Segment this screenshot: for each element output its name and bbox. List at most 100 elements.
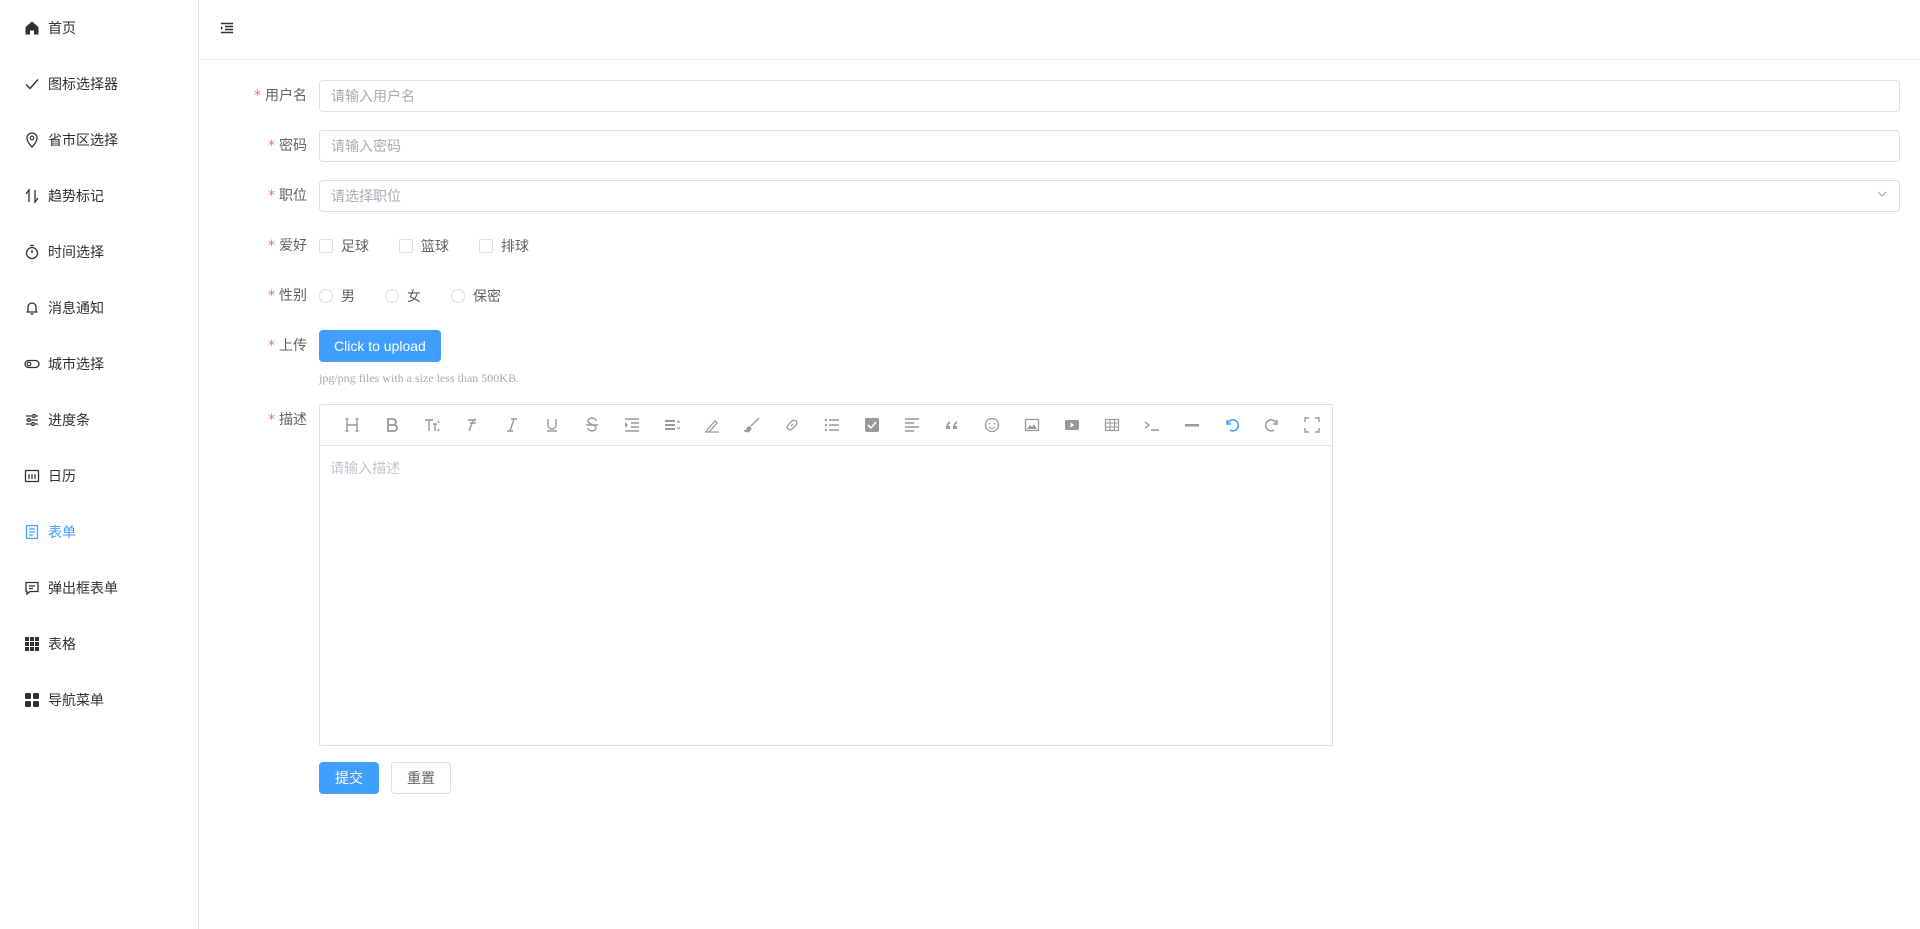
- position-label-text: 职位: [279, 188, 307, 204]
- stopwatch-icon: [24, 244, 40, 260]
- chat-icon: [24, 580, 40, 596]
- position-select[interactable]: 请选择职位: [319, 180, 1900, 212]
- fullscreen-icon[interactable]: [1292, 409, 1332, 441]
- password-label-text: 密码: [279, 138, 307, 154]
- sidebar-item-icon-picker[interactable]: 图标选择器: [0, 56, 198, 112]
- sidebar-item-label: 城市选择: [48, 357, 104, 373]
- sidebar-item-form[interactable]: 表单: [0, 504, 198, 560]
- underline-icon[interactable]: [532, 409, 572, 441]
- sidebar-item-region[interactable]: 省市区选择: [0, 112, 198, 168]
- link-icon[interactable]: [772, 409, 812, 441]
- sidebar-item-dialog-form[interactable]: 弹出框表单: [0, 560, 198, 616]
- redo-icon[interactable]: [1252, 409, 1292, 441]
- checkbox[interactable]: [399, 239, 413, 253]
- gender-radio-female[interactable]: 女: [385, 286, 421, 306]
- radio[interactable]: [385, 289, 399, 303]
- font-size-icon[interactable]: [412, 409, 452, 441]
- upload-button[interactable]: Click to upload: [319, 330, 441, 362]
- password-placeholder: 请输入密码: [331, 139, 401, 155]
- sidebar-item-nav-menu[interactable]: 导航菜单: [0, 672, 198, 728]
- sidebar-item-calendar[interactable]: 日历: [0, 448, 198, 504]
- username-label: * 用户名: [199, 80, 319, 112]
- sort-icon: [24, 188, 40, 204]
- font-color-icon[interactable]: [692, 409, 732, 441]
- rich-text-editor: 请输入描述: [319, 404, 1333, 746]
- hobby-checkbox-football[interactable]: 足球: [319, 236, 369, 256]
- sidebar-item-home[interactable]: 首页: [0, 0, 198, 56]
- gender-radio-secret[interactable]: 保密: [451, 286, 501, 306]
- align-icon[interactable]: [892, 409, 932, 441]
- font-icon[interactable]: [452, 409, 492, 441]
- brush-icon[interactable]: [732, 409, 772, 441]
- sidebar-item-table[interactable]: 表格: [0, 616, 198, 672]
- position-label: * 职位: [199, 180, 319, 212]
- emoji-icon[interactable]: [972, 409, 1012, 441]
- submit-button[interactable]: 提交: [319, 762, 379, 794]
- sidebar-item-progress[interactable]: 进度条: [0, 392, 198, 448]
- upload-row: * 上传 Click to upload jpg/png files with a…: [199, 330, 1920, 386]
- sidebar-item-time[interactable]: 时间选择: [0, 224, 198, 280]
- password-input[interactable]: 请输入密码: [319, 130, 1900, 162]
- sidebar: 首页 图标选择器 省市区选择 趋势标记 时间选择 消息通知 城市选择 进度条 日…: [0, 0, 199, 929]
- fold-icon[interactable]: [220, 21, 234, 39]
- description-row: * 描述 请输入描述: [199, 404, 1920, 746]
- line-height-icon[interactable]: [652, 409, 692, 441]
- radio-label: 女: [407, 289, 421, 305]
- sliders-icon: [24, 412, 40, 428]
- toggle-icon: [24, 356, 40, 372]
- gender-radio-group: 男 女 保密: [319, 280, 1900, 312]
- required-mark: *: [268, 138, 275, 154]
- main-content: * 用户名 请输入用户名 * 密码 请输入密码 * 职位 请选择职位 * 爱好 …: [199, 0, 1920, 929]
- checkbox[interactable]: [319, 239, 333, 253]
- hobby-checkbox-basketball[interactable]: 篮球: [399, 236, 449, 256]
- sidebar-item-label: 首页: [48, 21, 76, 37]
- undo-icon[interactable]: [1212, 409, 1252, 441]
- quote-icon[interactable]: [932, 409, 972, 441]
- menu-icon: [24, 692, 40, 708]
- hobby-checkbox-volleyball[interactable]: 排球: [479, 236, 529, 256]
- upload-label-text: 上传: [279, 338, 307, 354]
- checkbox[interactable]: [479, 239, 493, 253]
- location-icon: [24, 132, 40, 148]
- image-icon[interactable]: [1012, 409, 1052, 441]
- description-label-text: 描述: [279, 412, 307, 428]
- position-row: * 职位 请选择职位: [199, 180, 1920, 212]
- username-row: * 用户名 请输入用户名: [199, 80, 1920, 112]
- editor-content[interactable]: 请输入描述: [320, 446, 1332, 490]
- required-mark: *: [268, 188, 275, 204]
- sidebar-item-label: 省市区选择: [48, 133, 118, 149]
- sidebar-item-label: 日历: [48, 469, 76, 485]
- password-row: * 密码 请输入密码: [199, 130, 1920, 162]
- video-icon[interactable]: [1052, 409, 1092, 441]
- todo-icon[interactable]: [852, 409, 892, 441]
- required-mark: *: [268, 412, 275, 428]
- reset-button[interactable]: 重置: [391, 762, 451, 794]
- sidebar-item-trend[interactable]: 趋势标记: [0, 168, 198, 224]
- radio[interactable]: [319, 289, 333, 303]
- sidebar-item-label: 时间选择: [48, 245, 104, 261]
- indent-icon[interactable]: [612, 409, 652, 441]
- sidebar-item-notification[interactable]: 消息通知: [0, 280, 198, 336]
- heading-icon[interactable]: [332, 409, 372, 441]
- italic-icon[interactable]: [492, 409, 532, 441]
- gender-label: * 性别: [199, 280, 319, 312]
- bell-icon: [24, 300, 40, 316]
- password-label: * 密码: [199, 130, 319, 162]
- username-input[interactable]: 请输入用户名: [319, 80, 1900, 112]
- list-icon[interactable]: [812, 409, 852, 441]
- required-mark: *: [268, 338, 275, 354]
- upload-tip: jpg/png files with a size less than 500K…: [319, 371, 519, 385]
- calendar-icon: [24, 468, 40, 484]
- strikethrough-icon[interactable]: [572, 409, 612, 441]
- table-icon[interactable]: [1092, 409, 1132, 441]
- sidebar-item-label: 图标选择器: [48, 77, 118, 93]
- required-mark: *: [254, 88, 261, 104]
- sidebar-item-city[interactable]: 城市选择: [0, 336, 198, 392]
- code-icon[interactable]: [1132, 409, 1172, 441]
- divider-icon[interactable]: [1172, 409, 1212, 441]
- bold-icon[interactable]: [372, 409, 412, 441]
- sidebar-item-label: 弹出框表单: [48, 581, 118, 597]
- radio[interactable]: [451, 289, 465, 303]
- gender-radio-male[interactable]: 男: [319, 286, 355, 306]
- description-label: * 描述: [199, 404, 319, 436]
